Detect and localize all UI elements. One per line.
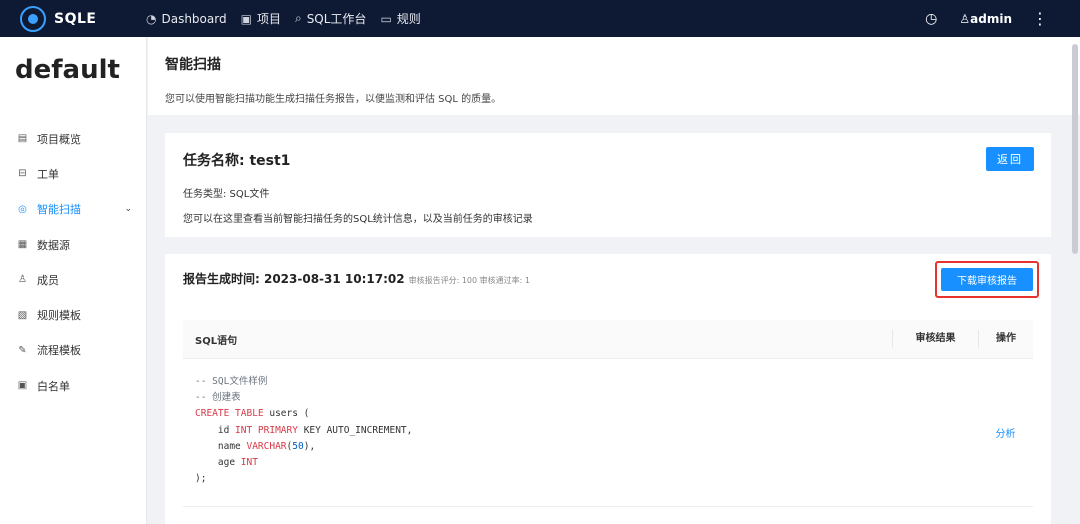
task-name: 任务名称: test1 xyxy=(183,153,291,169)
column-header-result: 审核结果 xyxy=(892,330,978,348)
code-token: KEY AUTO_INCREMENT, xyxy=(297,424,413,436)
sidebar-item-label: 项目概览 xyxy=(37,132,81,146)
nav-item-search[interactable]: ⌕ SQL工作台 xyxy=(295,10,366,27)
back-button[interactable]: 返回 xyxy=(986,147,1034,171)
flow-template-icon: ✎ xyxy=(18,344,27,356)
top-navbar: SQLE ◔ Dashboard ▣ 项目 ⌕ SQL工作台 ▭ 规则 ◷ ♙admin ⋮ xyxy=(0,0,1080,37)
audit-result-cell xyxy=(892,359,978,506)
sidebar-item-datasource[interactable]: ▦ 数据源 xyxy=(0,227,146,262)
logo-text: SQLE xyxy=(54,10,97,27)
sidebar-item-label: 智能扫描 xyxy=(37,203,81,217)
sidebar-item-whitelist[interactable]: ▣ 白名单 xyxy=(0,368,146,403)
page-scrollbar[interactable] xyxy=(1072,44,1078,254)
code-token: INT xyxy=(240,456,258,468)
task-description: 您可以在这里查看当前智能扫描任务的SQL统计信息，以及当前任务的审核记录 xyxy=(183,214,533,225)
ticket-icon: ⊟ xyxy=(18,168,27,180)
nav-item-label: Dashboard xyxy=(161,11,227,26)
task-type: 任务类型: SQL文件 xyxy=(183,189,270,200)
code-token: id xyxy=(195,424,236,436)
project-icon: ▣ xyxy=(240,11,252,26)
nav-item-dashboard[interactable]: ◔ Dashboard xyxy=(146,12,227,26)
clock-icon[interactable]: ◷ xyxy=(925,11,937,27)
sidebar-item-flow-template[interactable]: ✎ 流程模板 xyxy=(0,333,146,368)
code-token: 50 xyxy=(292,440,304,452)
action-cell: 分析 xyxy=(978,359,1033,506)
table-header: SQL语句 审核结果 操作 xyxy=(183,320,1033,359)
overview-icon: ▤ xyxy=(17,133,28,145)
code-token: name xyxy=(195,440,247,452)
report-header: 报告生成时间: 2023-08-31 10:17:02 审核报告评分: 100 审… xyxy=(183,270,530,287)
user-icon: ♙ xyxy=(959,11,971,26)
code-line: ); xyxy=(195,471,892,487)
code-token: -- 创建表 xyxy=(195,392,241,404)
sidebar-item-label: 成员 xyxy=(37,273,59,287)
code-token: -- SQL文件样例 xyxy=(195,376,268,387)
column-header-sql: SQL语句 xyxy=(195,335,238,347)
report-card: 报告生成时间: 2023-08-31 10:17:02 审核报告评分: 100 审… xyxy=(165,254,1051,524)
code-line: id INT PRIMARY KEY AUTO_INCREMENT, xyxy=(195,423,892,439)
code-token: age xyxy=(195,456,241,468)
code-line: age INT xyxy=(195,455,892,471)
logo-icon xyxy=(20,5,46,32)
sidebar-item-label: 工单 xyxy=(37,167,59,181)
monitor-icon: ▭ xyxy=(380,11,392,26)
nav-item-label: 规则 xyxy=(396,12,421,26)
report-generated-time: 报告生成时间: 2023-08-31 10:17:02 xyxy=(183,272,405,286)
rule-template-icon: ▧ xyxy=(17,309,28,321)
code-token: VARCHAR xyxy=(246,440,287,452)
code-line: CREATE TABLE users ( xyxy=(195,406,892,422)
analyze-link[interactable]: 分析 xyxy=(996,425,1016,440)
chevron-down-icon: ⌄ xyxy=(124,204,132,215)
nav-item-monitor[interactable]: ▭ 规则 xyxy=(380,10,420,27)
user-menu[interactable]: ♙admin xyxy=(959,12,1012,26)
download-highlight: 下载审核报告 xyxy=(935,261,1039,298)
sidebar-item-overview[interactable]: ▤ 项目概览 xyxy=(0,121,146,156)
download-report-button[interactable]: 下载审核报告 xyxy=(941,268,1033,291)
column-header-action: 操作 xyxy=(978,330,1033,348)
page-description: 您可以使用智能扫描功能生成扫描任务报告，以便监测和评估 SQL 的质量。 xyxy=(165,94,502,105)
sidebar-item-label: 流程模板 xyxy=(37,344,81,358)
sql-table: SQL语句 审核结果 操作 -- SQL文件样例 -- 创建表 CREATE TAB… xyxy=(183,320,1033,507)
whitelist-icon: ▣ xyxy=(17,380,28,392)
report-meta: 审核报告评分: 100 审核通过率: 1 xyxy=(408,276,530,285)
sidebar-menu: ▤ 项目概览 ⊟ 工单 ◎ 智能扫描 ⌄ ▦ 数据源 ♙ 成员 ▧ 规则模板 ✎ 流程模板 ▣ 白名单 xyxy=(0,121,146,403)
code-line: -- 创建表 xyxy=(195,390,892,406)
code-line: -- SQL文件样例 xyxy=(195,374,892,390)
nav-item-label: SQL工作台 xyxy=(306,12,367,26)
page-title: 智能扫描 xyxy=(165,57,221,73)
sidebar-item-rule-template[interactable]: ▧ 规则模板 xyxy=(0,297,146,332)
page-header: 智能扫描 您可以使用智能扫描功能生成扫描任务报告，以便监测和评估 SQL 的质量… xyxy=(148,37,1080,115)
sidebar-item-scan[interactable]: ◎ 智能扫描 ⌄ xyxy=(0,192,146,227)
code-token: ); xyxy=(195,473,207,485)
username: admin xyxy=(970,11,1012,26)
code-line: name VARCHAR(50), xyxy=(195,439,892,455)
sidebar: default ▤ 项目概览 ⊟ 工单 ◎ 智能扫描 ⌄ ▦ 数据源 ♙ 成员 ▧ 规则模板 ✎ 流程模板 ▣… xyxy=(0,37,147,524)
code-token: CREATE TABLE xyxy=(195,408,264,420)
scan-icon: ◎ xyxy=(18,203,27,215)
logo[interactable]: SQLE xyxy=(20,5,140,32)
code-token: users ( xyxy=(263,408,310,420)
sql-statement-cell: -- SQL文件样例 -- 创建表 CREATE TABLE users ( id … xyxy=(183,359,892,506)
sidebar-item-label: 白名单 xyxy=(37,379,70,393)
nav-item-project[interactable]: ▣ 项目 xyxy=(241,10,281,27)
datasource-icon: ▦ xyxy=(17,239,28,251)
task-info-card: 任务名称: test1 任务类型: SQL文件 您可以在这里查看当前智能扫描任务… xyxy=(165,133,1051,237)
table-row: -- SQL文件样例 -- 创建表 CREATE TABLE users ( id … xyxy=(183,359,1033,507)
more-vertical-icon[interactable]: ⋮ xyxy=(1032,9,1048,28)
code-token: ), xyxy=(303,440,316,452)
project-name[interactable]: default xyxy=(15,55,146,115)
code-token: INT PRIMARY xyxy=(235,424,298,436)
sidebar-item-member[interactable]: ♙ 成员 xyxy=(0,262,146,297)
sidebar-item-ticket[interactable]: ⊟ 工单 xyxy=(0,156,146,191)
nav-item-label: 项目 xyxy=(256,12,281,26)
sidebar-item-label: 数据源 xyxy=(37,238,70,252)
search-icon: ⌕ xyxy=(294,11,302,25)
sidebar-item-label: 规则模板 xyxy=(37,309,81,323)
dashboard-icon: ◔ xyxy=(146,11,157,26)
member-icon: ♙ xyxy=(18,274,27,286)
